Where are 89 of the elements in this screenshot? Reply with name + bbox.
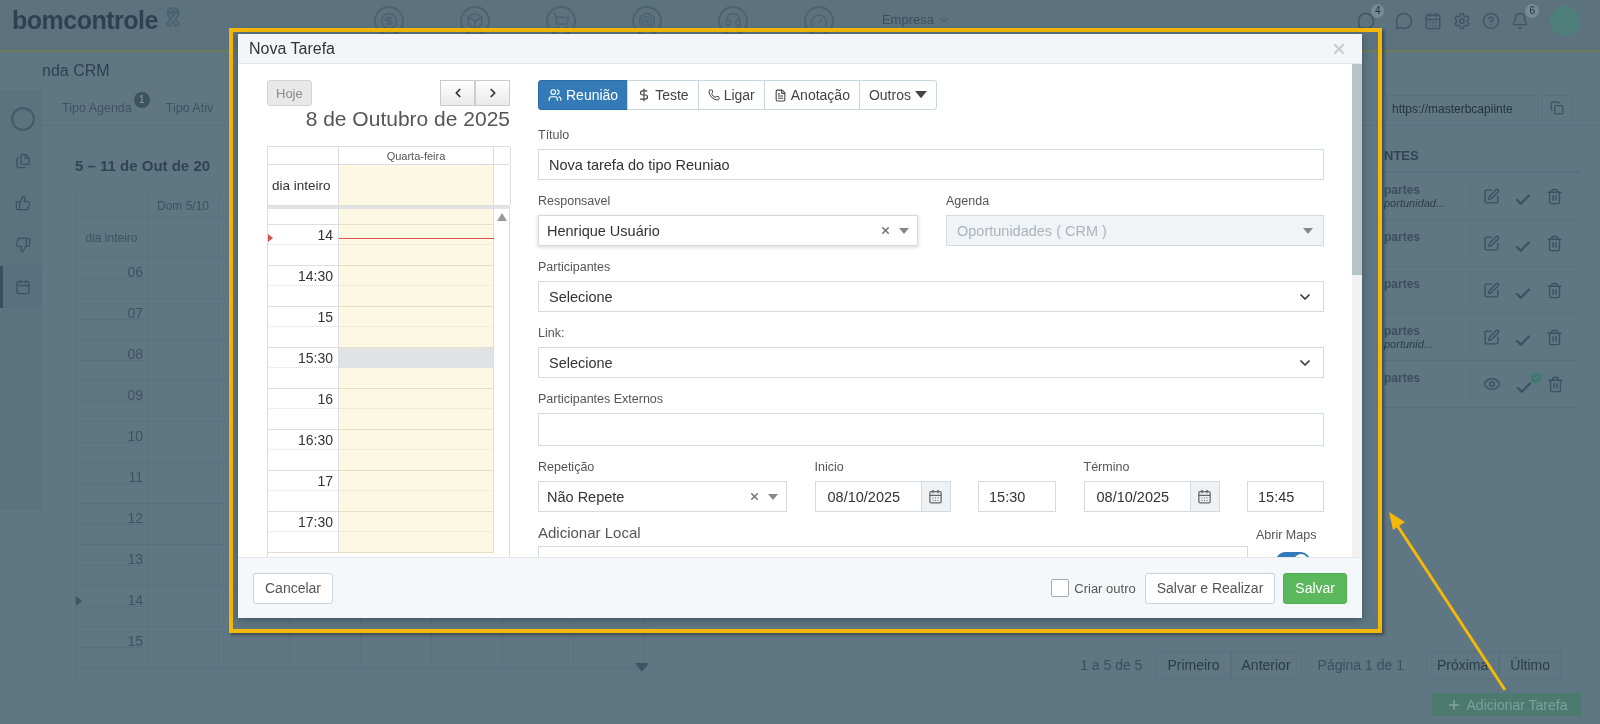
all-day-label: dia inteiro [271, 177, 331, 193]
task-type-tab[interactable]: Outros [858, 80, 937, 110]
field-label: Agenda [946, 193, 991, 209]
field-label: Participantes [538, 259, 612, 275]
thumbs-up-icon [14, 195, 31, 211]
users-icon [548, 88, 562, 102]
edit-icon[interactable] [1483, 328, 1500, 346]
gauge-icon [809, 12, 828, 30]
field-label: Responsavel [538, 193, 612, 209]
checkbox[interactable] [1051, 579, 1070, 597]
date-heading: 8 de Outubro de 2025 [304, 107, 510, 131]
headset-icon [723, 12, 742, 30]
scroll-up-icon[interactable] [497, 213, 507, 221]
caret-icon [768, 493, 778, 500]
scrollbar-thumb[interactable] [1352, 64, 1362, 275]
trash-icon[interactable] [1546, 328, 1563, 346]
external-participants-field[interactable] [538, 413, 1324, 446]
task-type-tab[interactable]: Anotação [763, 80, 860, 110]
clear-icon[interactable] [749, 491, 760, 502]
done-icon [1529, 371, 1543, 385]
scrollbar[interactable] [1352, 64, 1362, 557]
trash-icon[interactable] [1546, 281, 1563, 299]
date-field[interactable]: 08/10/2025 [1083, 481, 1220, 512]
all-day-slot[interactable] [339, 165, 494, 205]
next-button[interactable] [475, 80, 510, 106]
help-icon[interactable] [1482, 12, 1501, 30]
date-field[interactable]: 08/10/2025 [814, 481, 951, 512]
copy-button[interactable] [1542, 94, 1572, 121]
task-type-tab[interactable]: Teste [627, 80, 699, 110]
field-label: Link: [538, 325, 566, 341]
time-marker-icon [76, 596, 82, 606]
thumbs-down-icon [14, 237, 31, 253]
cart-icon [551, 12, 570, 30]
responsible-select[interactable]: Henrique Usuário [538, 215, 918, 246]
field-label: Término [1083, 459, 1131, 475]
calendar-icon[interactable] [928, 489, 943, 504]
phone-icon [707, 89, 720, 101]
circle-icon[interactable] [9, 106, 36, 132]
time-field[interactable]: 15:45 [1247, 481, 1324, 512]
eye-icon[interactable] [1483, 375, 1501, 393]
clear-icon[interactable] [880, 225, 891, 236]
edit-icon[interactable] [1483, 281, 1500, 299]
field-label: Participantes Externos [538, 391, 665, 407]
field-label: Adicionar Local [538, 525, 642, 541]
calendar-icon [14, 279, 31, 295]
trash-icon[interactable] [1546, 187, 1563, 205]
count-badge: 6 [1525, 4, 1539, 18]
edit-icon[interactable] [1483, 187, 1500, 205]
count-badge: 4 [1370, 4, 1385, 18]
dialog-title: Nova Tarefa [249, 39, 335, 58]
scroll-down-icon[interactable] [635, 663, 649, 672]
messages-icon[interactable] [1356, 12, 1375, 30]
copy-icon [1550, 100, 1564, 115]
edit-icon[interactable] [1483, 234, 1500, 252]
cancel-button[interactable]: Cancelar [253, 572, 334, 604]
settings-icon[interactable] [1453, 12, 1472, 30]
save-and-complete-button[interactable]: Salvar e Realizar [1144, 572, 1276, 604]
checkbox-label: Criar outro [1074, 580, 1136, 596]
participants-select[interactable]: Selecione [538, 281, 1324, 312]
field-label: Inicio [814, 459, 845, 475]
field-label: Título [538, 127, 571, 143]
field-label: Abrir Maps [1256, 527, 1318, 543]
field-label: Repetição [538, 459, 596, 475]
agenda-text: portunid... [1384, 338, 1434, 350]
plus-icon [1446, 697, 1461, 712]
caret-icon [1303, 227, 1313, 234]
dollar-icon [379, 12, 398, 30]
day-header: Quarta-feira [386, 149, 446, 162]
box-icon [465, 12, 484, 30]
target-icon [637, 12, 656, 30]
caret-icon [914, 91, 927, 99]
bell-icon[interactable] [1511, 12, 1530, 30]
link-select[interactable]: Selecione [538, 347, 1324, 378]
documents-icon [14, 153, 31, 169]
trash-icon[interactable] [1547, 375, 1564, 393]
trash-icon[interactable] [1546, 234, 1563, 252]
time-field[interactable]: 15:30 [978, 481, 1056, 512]
document-icon [773, 88, 787, 102]
current-time-marker-icon [268, 234, 273, 242]
task-type-tab[interactable]: Reunião [538, 80, 629, 110]
time-slot[interactable] [339, 225, 494, 245]
count-badge: 1 [133, 91, 150, 108]
chat-icon[interactable] [1395, 12, 1414, 30]
title-field[interactable]: Nova tarefa do tipo Reuniao [538, 149, 1324, 180]
caret-icon [899, 227, 909, 234]
previous-button[interactable] [440, 80, 475, 106]
repeat-select[interactable]: Não Repete [538, 481, 787, 512]
task-type-tab[interactable]: Ligar [697, 80, 765, 110]
calendar-icon[interactable] [1197, 489, 1212, 504]
